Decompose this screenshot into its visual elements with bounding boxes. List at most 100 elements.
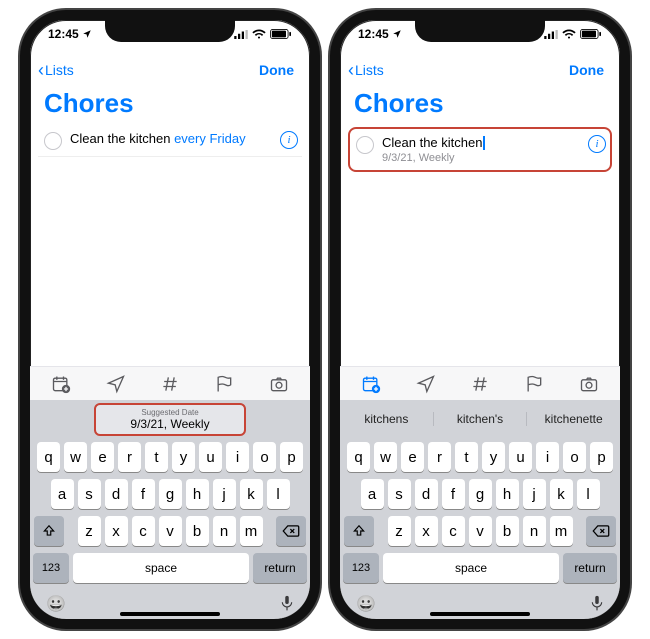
home-indicator[interactable] — [120, 612, 220, 616]
camera-icon[interactable] — [260, 374, 298, 394]
key-i[interactable]: i — [226, 442, 249, 472]
flag-icon[interactable] — [515, 374, 553, 394]
return-key[interactable]: return — [563, 553, 617, 583]
done-button[interactable]: Done — [569, 62, 612, 78]
key-k[interactable]: k — [550, 479, 573, 509]
key-m[interactable]: m — [240, 516, 263, 546]
key-m[interactable]: m — [550, 516, 573, 546]
reminder-text[interactable]: Clean the kitchen every Friday — [70, 131, 280, 146]
key-h[interactable]: h — [186, 479, 209, 509]
back-button[interactable]: ‹ Lists — [38, 61, 74, 79]
key-z[interactable]: z — [388, 516, 411, 546]
key-g[interactable]: g — [469, 479, 492, 509]
key-l[interactable]: l — [577, 479, 600, 509]
reminder-row[interactable]: Clean the kitchen every Friday i — [38, 127, 302, 157]
key-r[interactable]: r — [428, 442, 451, 472]
key-y[interactable]: y — [482, 442, 505, 472]
done-button[interactable]: Done — [259, 62, 302, 78]
key-t[interactable]: t — [455, 442, 478, 472]
key-f[interactable]: f — [132, 479, 155, 509]
completion-circle[interactable] — [356, 136, 374, 154]
key-b[interactable]: b — [496, 516, 519, 546]
calendar-add-icon[interactable] — [352, 374, 390, 394]
numbers-key[interactable]: 123 — [343, 553, 379, 583]
key-o[interactable]: o — [253, 442, 276, 472]
flag-icon[interactable] — [205, 374, 243, 394]
completion-3[interactable]: kitchenette — [526, 412, 620, 426]
hashtag-icon[interactable] — [461, 374, 499, 394]
key-q[interactable]: q — [347, 442, 370, 472]
info-icon[interactable]: i — [280, 131, 298, 149]
key-s[interactable]: s — [78, 479, 101, 509]
key-u[interactable]: u — [509, 442, 532, 472]
key-b[interactable]: b — [186, 516, 209, 546]
key-e[interactable]: e — [401, 442, 424, 472]
key-h[interactable]: h — [496, 479, 519, 509]
key-v[interactable]: v — [469, 516, 492, 546]
key-n[interactable]: n — [523, 516, 546, 546]
reminder-text[interactable]: Clean the kitchen — [382, 135, 588, 150]
key-x[interactable]: x — [415, 516, 438, 546]
key-j[interactable]: j — [213, 479, 236, 509]
key-u[interactable]: u — [199, 442, 222, 472]
completion-circle[interactable] — [44, 132, 62, 150]
location-icon[interactable] — [407, 374, 445, 394]
key-c[interactable]: c — [132, 516, 155, 546]
key-a[interactable]: a — [51, 479, 74, 509]
key-v[interactable]: v — [159, 516, 182, 546]
numbers-key[interactable]: 123 — [33, 553, 69, 583]
key-p[interactable]: p — [590, 442, 613, 472]
key-t[interactable]: t — [145, 442, 168, 472]
key-j[interactable]: j — [523, 479, 546, 509]
key-e[interactable]: e — [91, 442, 114, 472]
completion-2[interactable]: kitchen's — [433, 412, 527, 426]
calendar-add-icon[interactable] — [42, 374, 80, 394]
key-z[interactable]: z — [78, 516, 101, 546]
space-key[interactable]: space — [73, 553, 249, 583]
completion-1[interactable]: kitchens — [340, 412, 433, 426]
shift-key[interactable] — [34, 516, 64, 546]
hashtag-icon[interactable] — [151, 374, 189, 394]
camera-icon[interactable] — [570, 374, 608, 394]
key-o[interactable]: o — [563, 442, 586, 472]
info-icon[interactable]: i — [588, 135, 606, 153]
shift-key[interactable] — [344, 516, 374, 546]
key-c[interactable]: c — [442, 516, 465, 546]
key-f[interactable]: f — [442, 479, 465, 509]
key-a[interactable]: a — [361, 479, 384, 509]
key-k[interactable]: k — [240, 479, 263, 509]
emoji-key[interactable]: 😀 — [46, 594, 66, 614]
quick-toolbar — [30, 366, 310, 400]
key-w[interactable]: w — [374, 442, 397, 472]
key-w[interactable]: w — [64, 442, 87, 472]
reminder-row[interactable]: Clean the kitchen 9/3/21, Weekly i — [348, 127, 612, 172]
cell-signal-icon — [234, 30, 248, 39]
key-r[interactable]: r — [118, 442, 141, 472]
key-d[interactable]: d — [105, 479, 128, 509]
dictation-key[interactable] — [590, 595, 604, 613]
key-i[interactable]: i — [536, 442, 559, 472]
key-n[interactable]: n — [213, 516, 236, 546]
key-s[interactable]: s — [388, 479, 411, 509]
location-icon[interactable] — [97, 374, 135, 394]
key-row-2: asdfghjkl — [33, 479, 307, 509]
key-d[interactable]: d — [415, 479, 438, 509]
key-x[interactable]: x — [105, 516, 128, 546]
dictation-key[interactable] — [280, 595, 294, 613]
reminder-body[interactable]: Clean the kitchen every Friday — [62, 131, 280, 146]
key-p[interactable]: p — [280, 442, 303, 472]
key-l[interactable]: l — [267, 479, 290, 509]
return-key[interactable]: return — [253, 553, 307, 583]
key-q[interactable]: q — [37, 442, 60, 472]
home-indicator[interactable] — [430, 612, 530, 616]
reminder-body[interactable]: Clean the kitchen 9/3/21, Weekly — [374, 135, 588, 164]
content-area: ‹ Lists Done Chores Clean the kitchen ev… — [30, 52, 310, 339]
emoji-key[interactable]: 😀 — [356, 594, 376, 614]
key-y[interactable]: y — [172, 442, 195, 472]
backspace-key[interactable] — [586, 516, 616, 546]
space-key[interactable]: space — [383, 553, 559, 583]
back-button[interactable]: ‹ Lists — [348, 61, 384, 79]
suggested-date-pill[interactable]: Suggested Date 9/3/21, Weekly — [94, 403, 245, 436]
backspace-key[interactable] — [276, 516, 306, 546]
key-g[interactable]: g — [159, 479, 182, 509]
